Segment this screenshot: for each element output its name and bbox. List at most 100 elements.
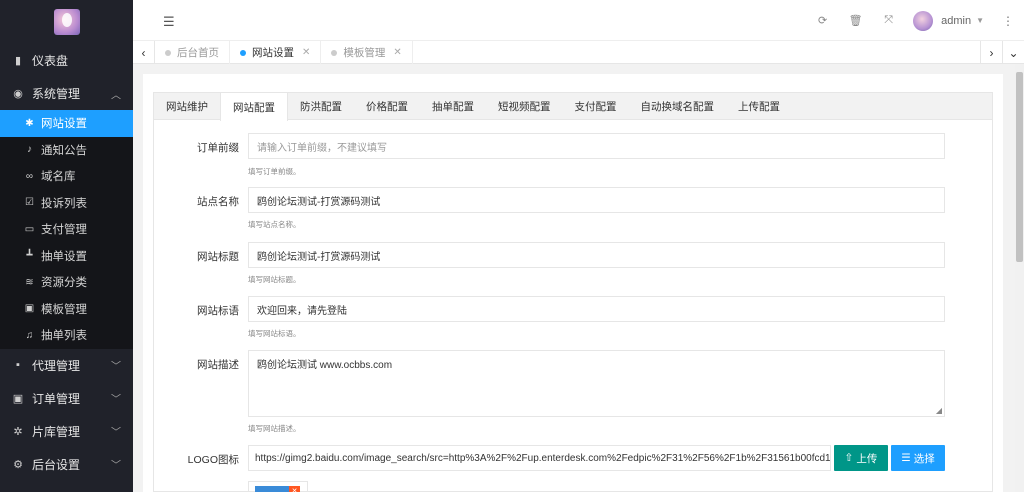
sidebar-item-label: 网站设置 — [41, 118, 87, 131]
sidebar-item-orders[interactable]: ▣ 订单管理 ﹀ — [0, 382, 133, 415]
credit-card-icon: ▭ — [24, 223, 35, 235]
sidebar-item-label: 片库管理 — [32, 424, 81, 439]
upload-label: 上传 — [856, 452, 878, 465]
menu-toggle-icon[interactable]: ☰ — [163, 14, 175, 30]
chevron-down-icon: ﹀ — [111, 460, 121, 472]
tab-short-video-config[interactable]: 短视频配置 — [486, 93, 563, 120]
remove-image-icon[interactable]: ✕ — [289, 486, 300, 492]
tab-home[interactable]: 后台首页 — [155, 41, 230, 64]
sidebar-item-payments[interactable]: ▭ 支付管理 — [0, 216, 133, 243]
close-icon[interactable]: ✕ — [302, 47, 310, 58]
tab-upload-config[interactable]: 上传配置 — [726, 93, 792, 120]
sidebar-item-site-settings[interactable]: ✱ 网站设置 — [0, 110, 133, 137]
sidebar-subnav: ✱ 网站设置 ♪ 通知公告 ∞ 域名库 ☑ 投诉列表 ▭ 支付管理 ┻ 抽单设置… — [0, 110, 133, 349]
settings-tabs: 网站维护 网站配置 防洪配置 价格配置 抽单配置 短视频配置 支付配置 自动换域… — [154, 93, 992, 121]
scrollbar-thumb[interactable] — [1016, 72, 1023, 262]
logo-preview: ✕ — [248, 481, 308, 492]
tabs-scroll-left-icon[interactable]: ‹ — [133, 41, 155, 64]
select-label: 选择 — [913, 452, 935, 465]
template-icon: ▣ — [24, 303, 35, 315]
sidebar-item-categories[interactable]: ≋ 资源分类 — [0, 269, 133, 296]
logo-url-input[interactable]: https://gimg2.baidu.com/image_search/src… — [248, 445, 831, 471]
more-vertical-icon[interactable]: ⋮ — [1002, 14, 1014, 28]
refresh-icon[interactable]: ⟳ — [806, 14, 839, 27]
sidebar-item-label: 模板管理 — [41, 303, 87, 316]
tabs-menu-caret-icon[interactable]: ⌄ — [1002, 41, 1024, 64]
library-icon: ✲ — [13, 425, 23, 438]
sidebar-item-label: 后台设置 — [32, 457, 81, 472]
admin-menu[interactable]: admin ▼ — [913, 10, 984, 31]
logo-preview-image — [255, 486, 293, 492]
logo-image — [53, 9, 80, 35]
sidebar-item-draw-settings[interactable]: ┻ 抽单设置 — [0, 243, 133, 270]
sidebar-item-agents[interactable]: ▪ 代理管理 ﹀ — [0, 349, 133, 382]
sidebar-item-label: 系统管理 — [32, 87, 81, 101]
close-icon[interactable]: ✕ — [393, 47, 401, 58]
header-actions: ⟳ 🗑 ⤧ admin ▼ ⋮ — [806, 0, 1024, 41]
tab-payment-config[interactable]: 支付配置 — [563, 93, 629, 120]
dashboard-icon: ▮ — [14, 55, 22, 67]
site-slogan-input[interactable]: 欢迎回来，请先登陆 — [248, 296, 945, 322]
sidebar-item-library[interactable]: ✲ 片库管理 ﹀ — [0, 415, 133, 448]
admin-name: admin — [941, 14, 972, 27]
site-title-input[interactable]: 鸥创论坛测试-打赏源码测试 — [248, 242, 945, 268]
sidebar-item-label: 代理管理 — [32, 358, 81, 373]
sidebar-item-label: 通知公告 — [41, 144, 87, 157]
resize-handle-icon[interactable]: ◢ — [936, 406, 942, 415]
sidebar-item-domains[interactable]: ∞ 域名库 — [0, 163, 133, 190]
list-icon: ♫ — [25, 329, 34, 341]
chevron-down-icon: ﹀ — [111, 427, 121, 439]
bell-icon: ♪ — [27, 144, 32, 156]
chevron-down-icon: ﹀ — [111, 394, 121, 406]
site-desc-textarea[interactable]: 鸥创论坛测试 www.ocbbs.com ◢ — [248, 350, 945, 417]
link-icon: ∞ — [25, 170, 34, 182]
tab-draw-config[interactable]: 抽单配置 — [420, 93, 486, 120]
tab-label: 网站设置 — [252, 47, 294, 59]
site-desc-value: 鸥创论坛测试 www.ocbbs.com — [257, 360, 393, 371]
sidebar-item-templates[interactable]: ▣ 模板管理 — [0, 296, 133, 323]
sidebar-item-dashboard[interactable]: ▮ 仪表盘 — [0, 44, 133, 77]
sidebar-item-system[interactable]: ◉ 系统管理 ︿ — [0, 77, 133, 110]
tab-auto-domain-config[interactable]: 自动换域名配置 — [629, 93, 727, 120]
tab-dot — [165, 49, 171, 56]
field-help: 填写网站描述。 — [248, 424, 301, 433]
tab-site-maintenance[interactable]: 网站维护 — [154, 93, 220, 120]
page-tabs: 后台首页 网站设置 ✕ 模板管理 ✕ — [155, 41, 413, 64]
sidebar-item-notices[interactable]: ♪ 通知公告 — [0, 137, 133, 164]
trash-icon[interactable]: 🗑 — [839, 14, 872, 27]
tab-templates[interactable]: 模板管理 ✕ — [321, 41, 413, 64]
fullscreen-icon[interactable]: ⤧ — [872, 14, 905, 27]
field-help: 填写站点名称。 — [248, 220, 301, 229]
field-help: 填写网站标语。 — [248, 329, 301, 338]
site-name-input[interactable]: 鸥创论坛测试-打赏源码测试 — [248, 187, 945, 213]
field-label: 站点名称 — [197, 196, 239, 208]
chevron-up-icon: ︿ — [111, 90, 121, 101]
main-content: 网站维护 网站配置 防洪配置 价格配置 抽单配置 短视频配置 支付配置 自动换域… — [143, 74, 1003, 492]
tab-flood-config[interactable]: 防洪配置 — [288, 93, 354, 120]
page-scrollbar[interactable] — [1015, 64, 1024, 492]
avatar — [913, 10, 934, 31]
tabs-scroll-right-icon[interactable]: › — [980, 41, 1002, 64]
sidebar-item-backend-settings[interactable]: ⚙ 后台设置 ﹀ — [0, 448, 133, 481]
order-prefix-input[interactable]: 请输入订单前缀，不建议填写 — [248, 133, 945, 159]
upload-button[interactable]: ⇧ 上传 — [834, 445, 888, 471]
sidebar-item-label: 订单管理 — [32, 391, 81, 406]
gear-icon: ✱ — [25, 117, 34, 129]
logo[interactable] — [0, 0, 133, 44]
sidebar-item-label: 资源分类 — [41, 277, 87, 290]
order-icon: ▣ — [12, 392, 24, 405]
tab-price-config[interactable]: 价格配置 — [354, 93, 420, 120]
sidebar-item-draw-list[interactable]: ♫ 抽单列表 — [0, 322, 133, 349]
select-button[interactable]: ☰ 选择 — [891, 445, 945, 471]
tab-dot — [240, 49, 246, 56]
tab-site-settings[interactable]: 网站设置 ✕ — [230, 41, 322, 64]
field-label: 网站描述 — [197, 359, 239, 371]
field-help: 填写网站标题。 — [248, 275, 301, 284]
field-help: 填写订单前缀。 — [248, 167, 301, 176]
settings-circle-icon: ◉ — [13, 88, 23, 100]
sidebar-item-complaints[interactable]: ☑ 投诉列表 — [0, 190, 133, 217]
page-tabs-bar: ‹ 后台首页 网站设置 ✕ 模板管理 ✕ › ⌄ — [133, 41, 1024, 64]
settings-card: 网站维护 网站配置 防洪配置 价格配置 抽单配置 短视频配置 支付配置 自动换域… — [153, 92, 993, 492]
upload-icon: ⇧ — [844, 452, 854, 464]
tab-site-config[interactable]: 网站配置 — [220, 93, 288, 121]
